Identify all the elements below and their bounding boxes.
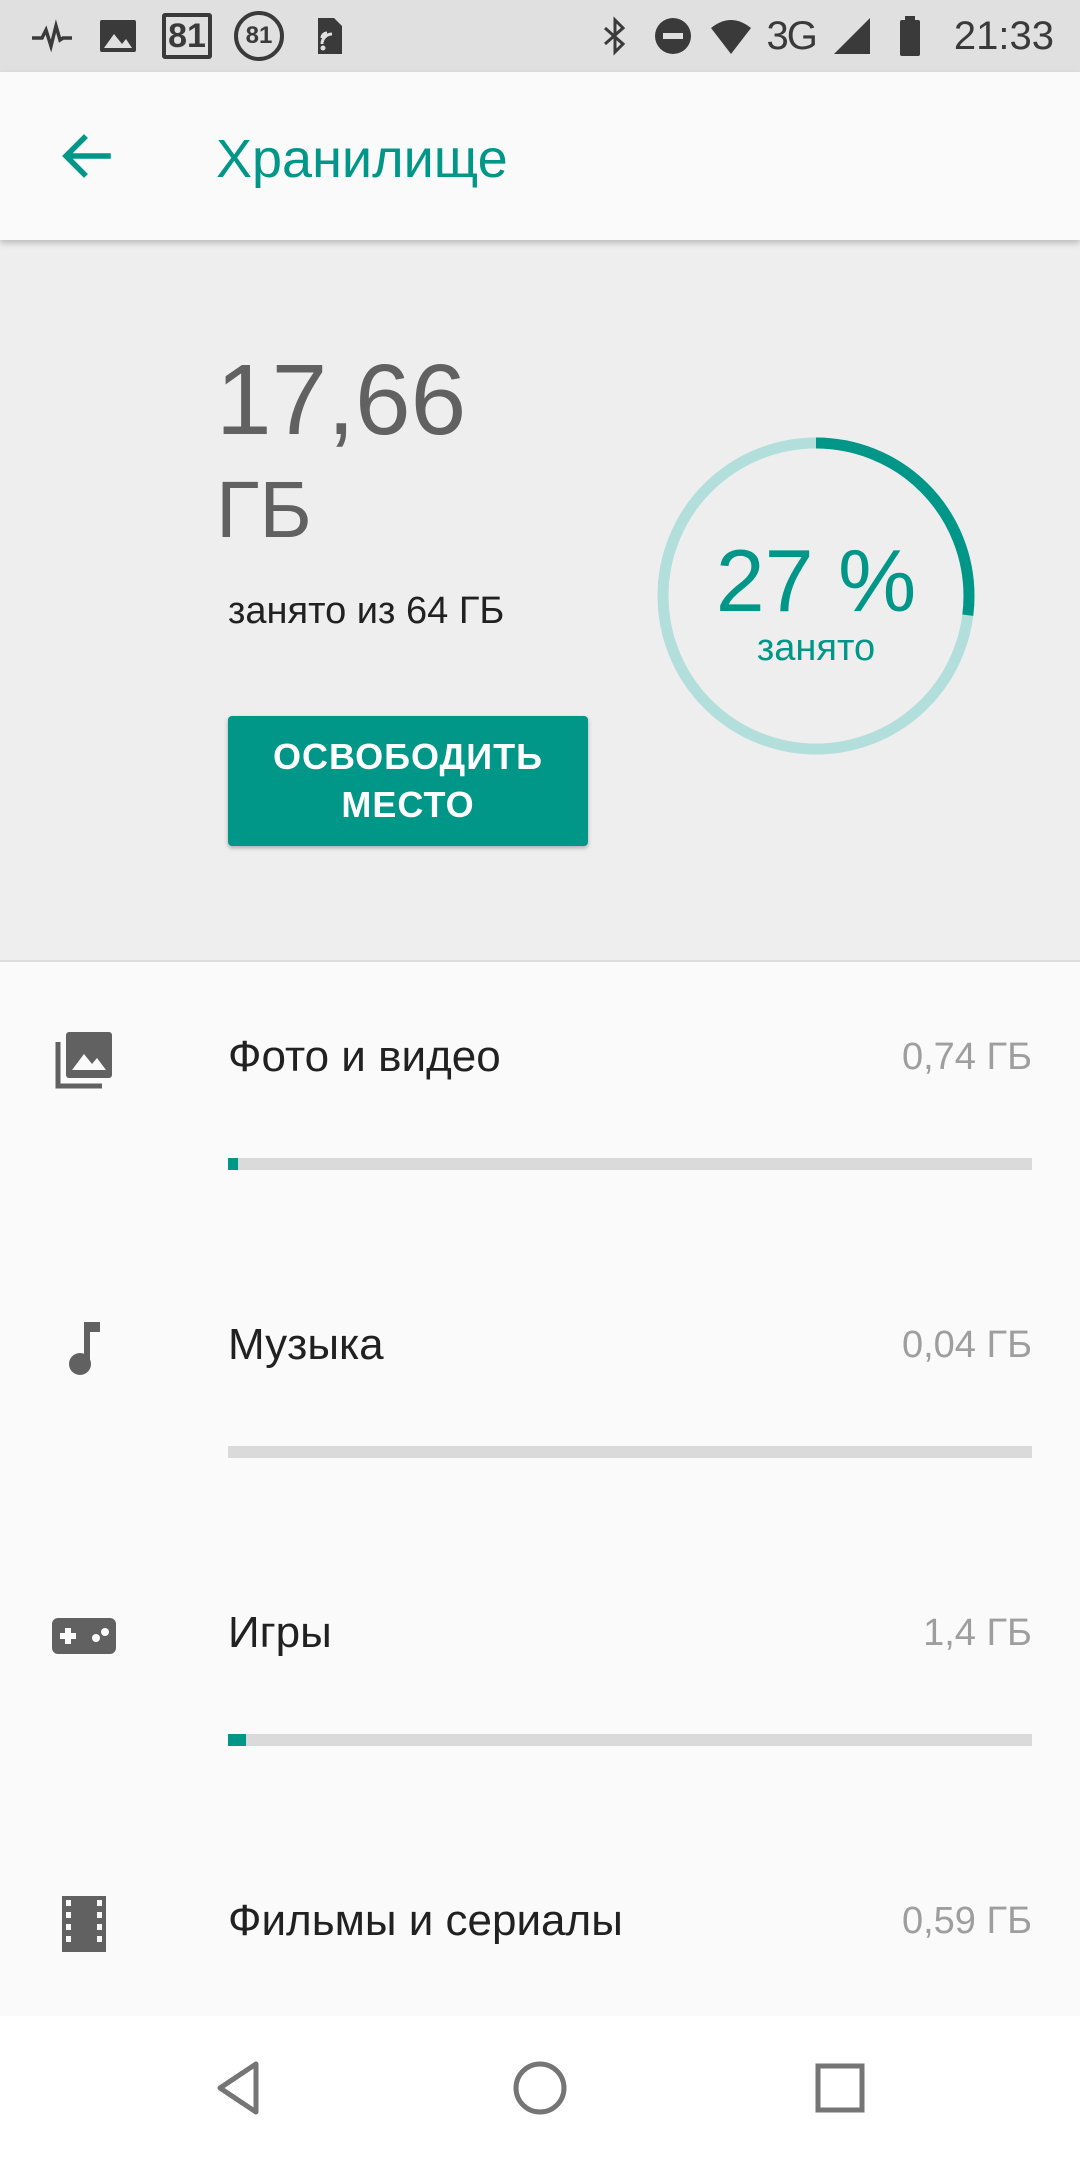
sim-card-icon — [318, 18, 342, 54]
do-not-disturb-icon — [654, 18, 691, 54]
storage-screen: 81 81 3G 21:33 Хранилище 17,66 ГБ занято… — [0, 0, 1080, 2160]
category-label: Музыка — [228, 1320, 384, 1369]
used-of-total: занято из 64 ГБ — [228, 590, 505, 632]
cell-signal-icon — [833, 18, 870, 54]
photo-library-icon — [48, 1024, 120, 1096]
notification-icons: 81 81 — [30, 10, 350, 62]
free-up-space-label: ОСВОБОДИТЬ МЕСТО — [273, 736, 543, 825]
battery-icon — [899, 16, 920, 56]
category-usage-bar — [228, 1446, 1032, 1458]
box-81-icon: 81 — [162, 13, 212, 59]
category-label: Фото и видео — [228, 1032, 501, 1081]
music-note-icon — [48, 1312, 120, 1384]
nav-recents-button[interactable] — [804, 2052, 876, 2124]
category-usage-fill — [228, 1734, 246, 1746]
square-recents-icon — [815, 2063, 865, 2113]
gamepad-icon — [48, 1600, 120, 1672]
category-label: Игры — [228, 1608, 332, 1657]
clock: 21:33 — [953, 13, 1054, 58]
back-button[interactable] — [46, 116, 126, 196]
triangle-back-icon — [217, 2061, 259, 2115]
category-row-photos[interactable]: Фото и видео 0,74 ГБ — [0, 962, 1080, 1250]
bluetooth-icon — [603, 16, 625, 56]
category-size: 0,59 ГБ — [901, 1900, 1032, 1942]
wifi-icon — [710, 20, 751, 54]
arrow-back-icon — [62, 134, 111, 178]
category-size: 0,04 ГБ — [901, 1324, 1032, 1366]
status-bar: 81 81 3G 21:33 — [0, 0, 1080, 72]
pulse-icon — [32, 19, 72, 53]
storage-summary: 17,66 ГБ занято из 64 ГБ ОСВОБОДИТЬ МЕСТ… — [0, 240, 1080, 962]
free-up-space-button[interactable]: ОСВОБОДИТЬ МЕСТО — [228, 716, 588, 846]
category-usage-bar — [228, 1734, 1032, 1746]
system-icons: 3G 21:33 — [593, 10, 1054, 62]
app-bar: Хранилище — [0, 72, 1080, 240]
network-type: 3G — [766, 13, 818, 58]
category-usage-bar — [228, 1158, 1032, 1170]
used-unit: ГБ — [216, 465, 312, 554]
movie-icon — [48, 1888, 120, 1960]
circle-home-icon — [513, 2061, 567, 2115]
usage-percent: 27 % — [715, 531, 917, 630]
navigation-bar — [0, 2016, 1080, 2160]
category-row-music[interactable]: Музыка 0,04 ГБ — [0, 1250, 1080, 1538]
nav-home-button[interactable] — [504, 2052, 576, 2124]
circle-81-icon: 81 — [234, 11, 284, 61]
usage-label: занято — [756, 627, 876, 669]
page-title: Хранилище — [216, 129, 508, 189]
category-size: 0,74 ГБ — [901, 1036, 1032, 1078]
category-usage-fill — [228, 1158, 238, 1170]
category-row-games[interactable]: Игры 1,4 ГБ — [0, 1538, 1080, 1826]
nav-back-button[interactable] — [204, 2052, 276, 2124]
used-value: 17,66 — [216, 344, 467, 456]
category-size: 1,4 ГБ — [923, 1612, 1032, 1654]
category-label: Фильмы и сериалы — [228, 1896, 623, 1945]
image-icon — [100, 20, 136, 52]
